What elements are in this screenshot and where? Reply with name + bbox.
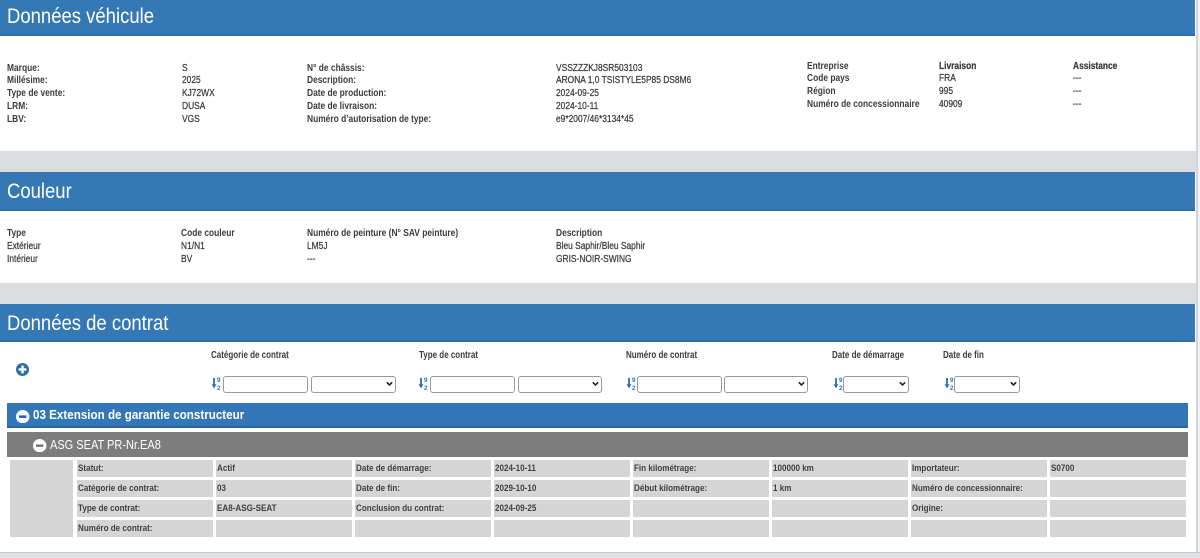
svg-text:2: 2	[217, 385, 221, 390]
svg-text:9: 9	[424, 377, 428, 384]
svg-text:2: 2	[424, 385, 428, 390]
svg-text:9: 9	[217, 377, 221, 384]
svg-text:2: 2	[632, 385, 636, 390]
svg-text:9: 9	[632, 377, 636, 384]
